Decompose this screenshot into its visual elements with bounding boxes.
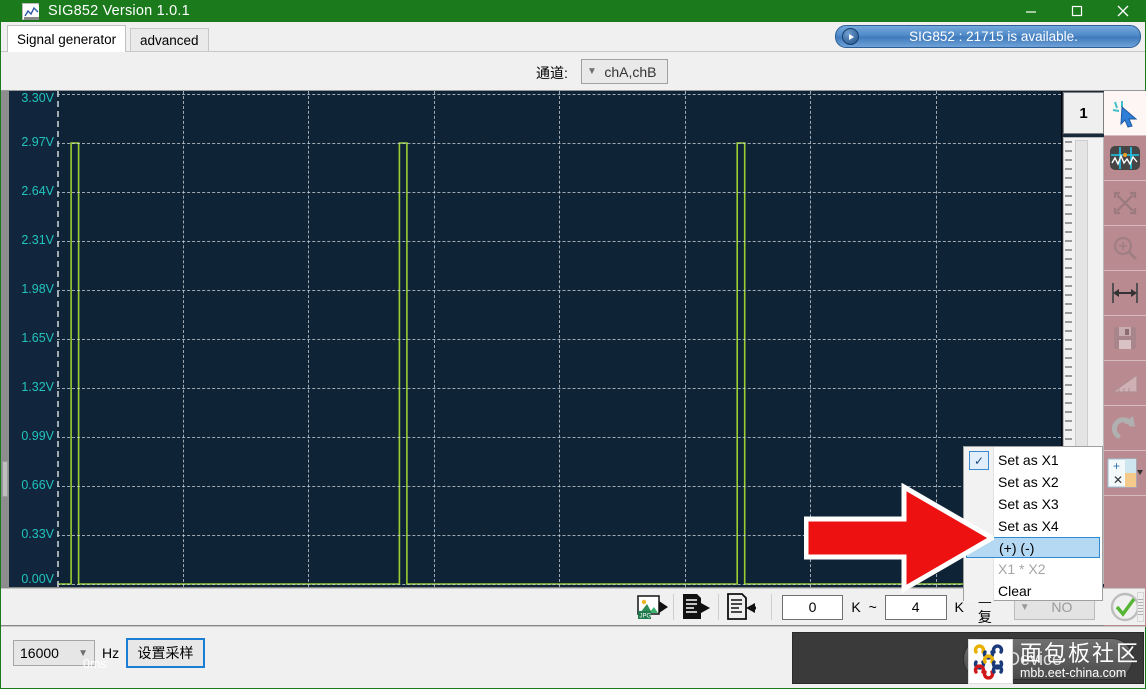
menu-item-label: Set as X3 xyxy=(998,496,1059,512)
waveform-measure-icon[interactable] xyxy=(1104,136,1146,181)
notification-text: SIG852 : 21715 is available. xyxy=(909,29,1078,44)
grid-line-vertical xyxy=(308,91,309,587)
menu-item-label: (+) (-) xyxy=(999,539,1035,556)
tab-signal-generator-label: Signal generator xyxy=(17,31,117,47)
y-axis-tick: 0.99V xyxy=(21,429,54,443)
ruler-triangle-icon[interactable] xyxy=(1104,361,1146,406)
export-jpg-icon[interactable]: JPG xyxy=(633,593,673,621)
y-axis-tick: 2.64V xyxy=(21,184,54,198)
y-axis-tick: 1.65V xyxy=(21,331,54,345)
svg-text:JPG: JPG xyxy=(640,614,652,620)
range-to-unit: K xyxy=(954,599,964,615)
y-axis-tick: 0.66V xyxy=(21,478,54,492)
add-remove-icon[interactable]: + ✕ xyxy=(1104,451,1146,496)
x-axis-origin-label: 0ms xyxy=(83,657,107,671)
grid-line-vertical xyxy=(57,91,59,587)
watermark-logo-icon xyxy=(968,638,1013,684)
svg-text:+: + xyxy=(1113,459,1120,473)
menu-item-label: Clear xyxy=(998,583,1032,599)
close-icon[interactable] xyxy=(1100,0,1146,22)
minimize-icon[interactable] xyxy=(1008,0,1054,22)
tab-strip: Signal generator advanced SIG852 : 21715… xyxy=(1,22,1145,52)
chevron-down-icon: ▼ xyxy=(587,66,597,77)
menu-item-label: Set as X2 xyxy=(998,474,1059,490)
watermark-cn-text: 面包板社区 xyxy=(1020,640,1141,666)
export-document-icon[interactable] xyxy=(674,593,718,621)
y-axis-tick: 0.00V xyxy=(21,572,54,586)
channel-select[interactable]: ▼ chA,chB xyxy=(581,59,668,84)
watermark-url-text: mbb.eet-china.com xyxy=(1020,665,1127,680)
y-axis-tick: 2.31V xyxy=(21,233,54,247)
set-sample-button[interactable]: 设置采样 xyxy=(126,638,205,668)
vertical-offset-slider[interactable] xyxy=(1,91,9,587)
import-document-icon[interactable] xyxy=(719,593,763,621)
y-axis-tick: 0.33V xyxy=(21,527,54,541)
red-arrow-annotation xyxy=(804,483,994,593)
grid-line-vertical xyxy=(685,91,686,587)
grid-line-vertical xyxy=(559,91,560,587)
grid-line-vertical xyxy=(183,91,184,587)
tab-advanced-label: advanced xyxy=(140,32,199,48)
chart-app-icon xyxy=(22,2,39,20)
y-axis-tick: 1.98V xyxy=(21,282,54,296)
grid-line-vertical xyxy=(434,91,435,587)
channel-label: 通道: xyxy=(536,65,568,81)
expand-arrows-icon[interactable] xyxy=(1104,181,1146,226)
channel-select-value: chA,chB xyxy=(604,63,657,80)
menu-item-label: Set as X4 xyxy=(998,518,1059,534)
tab-signal-generator[interactable]: Signal generator xyxy=(7,25,127,52)
menu-item-set-as-x1[interactable]: Set as X1 xyxy=(964,449,1102,471)
watermark: 面包板社区 mbb.eet-china.com xyxy=(968,636,1144,686)
y-axis-tick: 1.32V xyxy=(21,380,54,394)
toolbar-divider xyxy=(770,594,772,620)
sample-rate-value: 16000 xyxy=(20,645,59,661)
menu-item-label: X1 * X2 xyxy=(998,561,1046,577)
slider-handle[interactable] xyxy=(2,461,8,497)
range-separator: ~ xyxy=(868,599,877,615)
window-title-bar: SIG852 Version 1.0.1 xyxy=(0,0,1146,22)
notification-banner[interactable]: SIG852 : 21715 is available. xyxy=(835,25,1141,48)
y-axis-tick: 2.97V xyxy=(21,135,54,149)
range-to-input[interactable]: 4 xyxy=(884,594,947,620)
range-from-input[interactable]: 0 xyxy=(781,594,844,620)
zoom-in-icon[interactable] xyxy=(1104,226,1146,271)
grip-dots-icon xyxy=(1138,599,1143,615)
save-disk-icon[interactable] xyxy=(1104,316,1146,361)
window-title: SIG852 Version 1.0.1 xyxy=(48,3,190,19)
y-axis: 3.30V 2.97V 2.64V 2.31V 1.98V 1.65V 1.32V 0.99V… xyxy=(9,91,57,587)
play-circle-icon xyxy=(842,28,859,45)
pointer-select-icon[interactable] xyxy=(1104,91,1146,136)
chevron-down-icon: ▼ xyxy=(1019,601,1030,613)
window-controls xyxy=(1008,0,1146,22)
tool-sidebar: + ✕ xyxy=(1104,91,1146,627)
waveform-toolbar: 通道: ▼ chA,chB xyxy=(1,52,1145,142)
redo-arrow-icon[interactable] xyxy=(1104,406,1146,451)
maximize-icon[interactable] xyxy=(1054,0,1100,22)
bottom-toolbar-scroll-handle[interactable] xyxy=(1137,592,1144,622)
svg-text:✕: ✕ xyxy=(1113,473,1123,487)
tab-advanced[interactable]: advanced xyxy=(130,28,209,52)
y-axis-tick: 3.30V xyxy=(21,91,54,105)
channel-number[interactable]: 1 xyxy=(1063,92,1104,134)
watermark-texts: 面包板社区 mbb.eet-china.com xyxy=(1020,640,1141,681)
range-from-unit: K xyxy=(851,599,861,615)
horizontal-span-icon[interactable] xyxy=(1104,271,1146,316)
menu-item-label: Set as X1 xyxy=(998,452,1059,468)
